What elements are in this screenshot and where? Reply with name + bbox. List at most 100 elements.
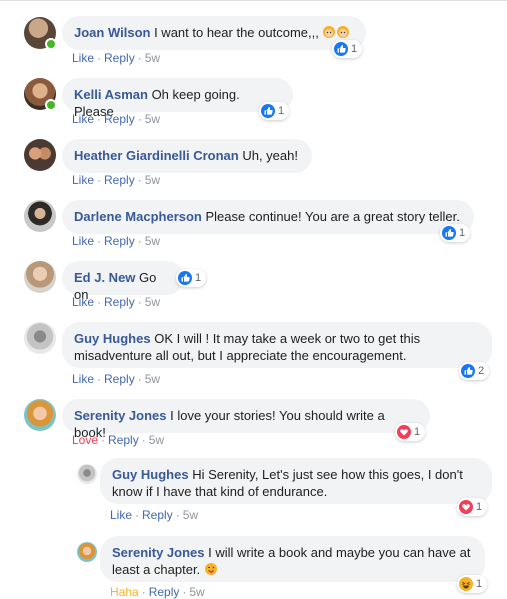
reply-text-continued: least a chapter. — [112, 562, 201, 577]
avatar[interactable] — [24, 261, 56, 293]
timestamp[interactable]: 5w — [145, 51, 160, 65]
reply-actions: Like · Reply · 5w — [110, 508, 199, 522]
timestamp[interactable]: 5w — [149, 433, 164, 447]
thumbs-up-icon — [461, 364, 475, 378]
comment-actions: Like · Reply · 5w — [72, 234, 161, 248]
reaction-count[interactable]: 1 — [457, 575, 488, 593]
comment-author[interactable]: Guy Hughes — [74, 331, 151, 346]
reaction-count[interactable]: 1 — [457, 498, 488, 516]
reply-button[interactable]: Reply — [104, 112, 135, 126]
comment-bubble: Darlene Macpherson Please continue! You … — [62, 200, 474, 234]
reply-button[interactable]: Reply — [104, 372, 135, 386]
online-status-dot — [45, 38, 57, 50]
avatar[interactable] — [24, 399, 56, 431]
heart-icon — [459, 500, 473, 514]
like-button[interactable]: Like — [72, 234, 94, 248]
avatar[interactable] — [24, 200, 56, 232]
reaction-count-text: 1 — [195, 272, 202, 284]
reply-button[interactable]: Reply — [104, 234, 135, 248]
reaction-count[interactable]: 1 — [259, 102, 290, 120]
avatar[interactable] — [77, 542, 97, 562]
thumbs-up-icon — [261, 104, 275, 118]
heart-icon — [397, 425, 411, 439]
reaction-count-text: 1 — [278, 105, 285, 117]
woman-emoji-icon — [336, 25, 350, 39]
thumbs-up-icon — [442, 226, 456, 240]
comment-text: I want to hear the outcome,,, — [154, 25, 319, 40]
reply-author[interactable]: Guy Hughes — [112, 467, 189, 482]
avatar[interactable] — [77, 464, 97, 484]
comment-actions: Love · Reply · 5w — [72, 433, 165, 447]
timestamp[interactable]: 5w — [189, 585, 204, 599]
comment-bubble: Guy Hughes OK I will ! It may take a wee… — [62, 322, 492, 368]
reply-text-continued: know if I have that kind of endurance. — [112, 484, 328, 499]
comment-text: Uh, yeah! — [242, 148, 298, 163]
comment-bubble: Serenity Jones I love your stories! You … — [62, 399, 430, 440]
comment-author[interactable]: Heather Giardinelli Cronan — [74, 148, 239, 163]
comment-author[interactable]: Joan Wilson — [74, 25, 150, 40]
reply-actions: Haha · Reply · 5w — [110, 585, 205, 599]
like-button[interactable]: Like — [72, 372, 94, 386]
comment-bubble: Joan Wilson I want to hear the outcome,,… — [62, 16, 366, 50]
reaction-count[interactable]: 1 — [395, 423, 426, 441]
reaction-count-text: 1 — [414, 426, 421, 438]
winking-tongue-emoji-icon — [204, 562, 218, 576]
reply-text: Hi Serenity, Let's just see how this goe… — [192, 467, 463, 482]
comment-actions: Like · Reply · 5w — [72, 173, 161, 187]
love-button[interactable]: Love — [72, 433, 98, 447]
reaction-count[interactable]: 1 — [176, 269, 207, 287]
woman-emoji-icon — [322, 25, 336, 39]
thumbs-up-icon — [334, 42, 348, 56]
comment-author[interactable]: Kelli Asman — [74, 87, 148, 102]
reply-button[interactable]: Reply — [104, 295, 135, 309]
reply-button[interactable]: Reply — [149, 585, 180, 599]
thumbs-up-icon — [178, 271, 192, 285]
reaction-count-text: 1 — [459, 227, 466, 239]
like-button[interactable]: Like — [110, 508, 132, 522]
reply-button[interactable]: Reply — [108, 433, 139, 447]
timestamp[interactable]: 5w — [183, 508, 198, 522]
comment-actions: Like · Reply · 5w — [72, 295, 161, 309]
online-status-dot — [45, 99, 57, 111]
comment-actions: Like · Reply · 5w — [72, 51, 161, 65]
laughing-face-icon — [459, 577, 473, 591]
reply-bubble: Serenity Jones I will write a book and m… — [100, 536, 485, 582]
reaction-count-text: 1 — [351, 43, 358, 55]
reply-text: I will write a book and maybe you can ha… — [208, 545, 471, 560]
like-button[interactable]: Like — [72, 112, 94, 126]
reaction-count-text: 1 — [476, 578, 483, 590]
comment-text: Please continue! You are a great story t… — [205, 209, 460, 224]
reply-button[interactable]: Reply — [142, 508, 173, 522]
comment-text: OK I will ! It may take a week or two to… — [154, 331, 421, 346]
timestamp[interactable]: 5w — [145, 112, 160, 126]
haha-button[interactable]: Haha — [110, 585, 139, 599]
reaction-count[interactable]: 1 — [332, 40, 363, 58]
reply-button[interactable]: Reply — [104, 51, 135, 65]
reaction-count[interactable]: 2 — [459, 362, 490, 380]
reply-author[interactable]: Serenity Jones — [112, 545, 205, 560]
comment-bubble: Ed J. New Go on — [62, 261, 184, 302]
timestamp[interactable]: 5w — [145, 173, 160, 187]
like-button[interactable]: Like — [72, 51, 94, 65]
comment-bubble: Heather Giardinelli Cronan Uh, yeah! — [62, 139, 312, 173]
comment-bubble: Kelli Asman Oh keep going. Please — [62, 78, 293, 119]
avatar[interactable] — [24, 322, 56, 354]
reply-bubble: Guy Hughes Hi Serenity, Let's just see h… — [100, 458, 492, 504]
like-button[interactable]: Like — [72, 295, 94, 309]
timestamp[interactable]: 5w — [145, 234, 160, 248]
reaction-count[interactable]: 1 — [440, 224, 471, 242]
comment-actions: Like · Reply · 5w — [72, 372, 161, 386]
top-divider — [0, 0, 507, 7]
reaction-count-text: 1 — [476, 501, 483, 513]
reaction-count-text: 2 — [478, 365, 485, 377]
reply-button[interactable]: Reply — [104, 173, 135, 187]
avatar[interactable] — [24, 139, 56, 171]
timestamp[interactable]: 5w — [145, 372, 160, 386]
comment-text-continued: misadventure all out, but I appreciate t… — [74, 348, 407, 363]
comment-author[interactable]: Darlene Macpherson — [74, 209, 202, 224]
timestamp[interactable]: 5w — [145, 295, 160, 309]
comment-actions: Like · Reply · 5w — [72, 112, 161, 126]
comment-author[interactable]: Serenity Jones — [74, 408, 167, 423]
like-button[interactable]: Like — [72, 173, 94, 187]
comment-author[interactable]: Ed J. New — [74, 270, 135, 285]
